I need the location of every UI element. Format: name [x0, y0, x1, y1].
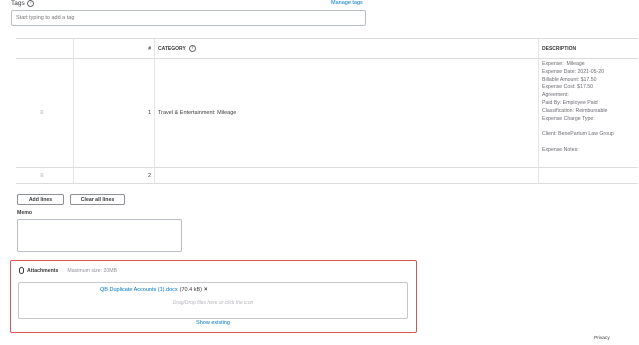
memo-textarea[interactable]: [17, 219, 182, 252]
table-row[interactable]: ≡ 1 Travel & Entertainment: Mileage Expe…: [16, 59, 638, 168]
header-category: CATEGORY ?: [155, 39, 539, 58]
category-cell[interactable]: Travel & Entertainment: Mileage: [155, 59, 539, 167]
memo-label: Memo: [17, 210, 32, 216]
drag-handle-icon[interactable]: ≡: [40, 110, 44, 116]
tags-label-text: Tags: [11, 0, 25, 7]
category-details-table: # CATEGORY ? DESCRIPTION ≡ 1 Travel & En…: [16, 38, 638, 184]
drag-handle-icon[interactable]: ≡: [40, 173, 44, 179]
description-cell[interactable]: Expense: Mileage Expense Date: 2021-05-2…: [539, 59, 638, 167]
table-header: # CATEGORY ? DESCRIPTION: [16, 39, 638, 59]
drag-cell[interactable]: ≡: [16, 168, 74, 183]
drag-cell[interactable]: ≡: [16, 59, 74, 167]
help-icon[interactable]: ?: [188, 45, 196, 52]
header-description: DESCRIPTION: [542, 45, 577, 52]
add-lines-button[interactable]: Add lines: [17, 194, 64, 205]
attached-file: QB Duplicate Accounts (1).docx (70.4 kB)…: [100, 287, 208, 293]
paperclip-icon: [19, 267, 24, 274]
header-num: #: [74, 39, 155, 58]
description-text: Expense: Mileage Expense Date: 2021-05-2…: [542, 61, 614, 153]
remove-attachment-icon[interactable]: ×: [204, 287, 208, 293]
description-cell[interactable]: [539, 168, 638, 183]
clear-all-lines-button[interactable]: Clear all lines: [70, 194, 125, 205]
attached-file-size: (70.4 kB): [179, 287, 202, 293]
category-cell[interactable]: [155, 168, 539, 183]
row-number: 1: [74, 59, 155, 167]
attachments-max-size: Maximum size: 20MB: [67, 267, 118, 274]
attachments-title: Attachments: [27, 267, 59, 274]
attachments-header: Attachments Maximum size: 20MB: [19, 267, 117, 274]
tags-input[interactable]: [11, 10, 366, 26]
header-category-label: CATEGORY: [158, 45, 186, 52]
table-row[interactable]: ≡ 2: [16, 168, 638, 184]
header-drag-column: [16, 39, 74, 58]
row-number: 2: [74, 168, 155, 183]
tags-label: Tags ?: [11, 0, 34, 7]
show-existing-link[interactable]: Show existing: [18, 320, 408, 326]
privacy-link[interactable]: Privacy: [594, 336, 610, 341]
drop-hint: Drag/Drop files here or click the icon: [172, 300, 254, 306]
attached-file-link[interactable]: QB Duplicate Accounts (1).docx: [100, 287, 178, 293]
help-icon[interactable]: ?: [26, 0, 34, 7]
manage-tags-link[interactable]: Manage tags: [331, 0, 363, 6]
